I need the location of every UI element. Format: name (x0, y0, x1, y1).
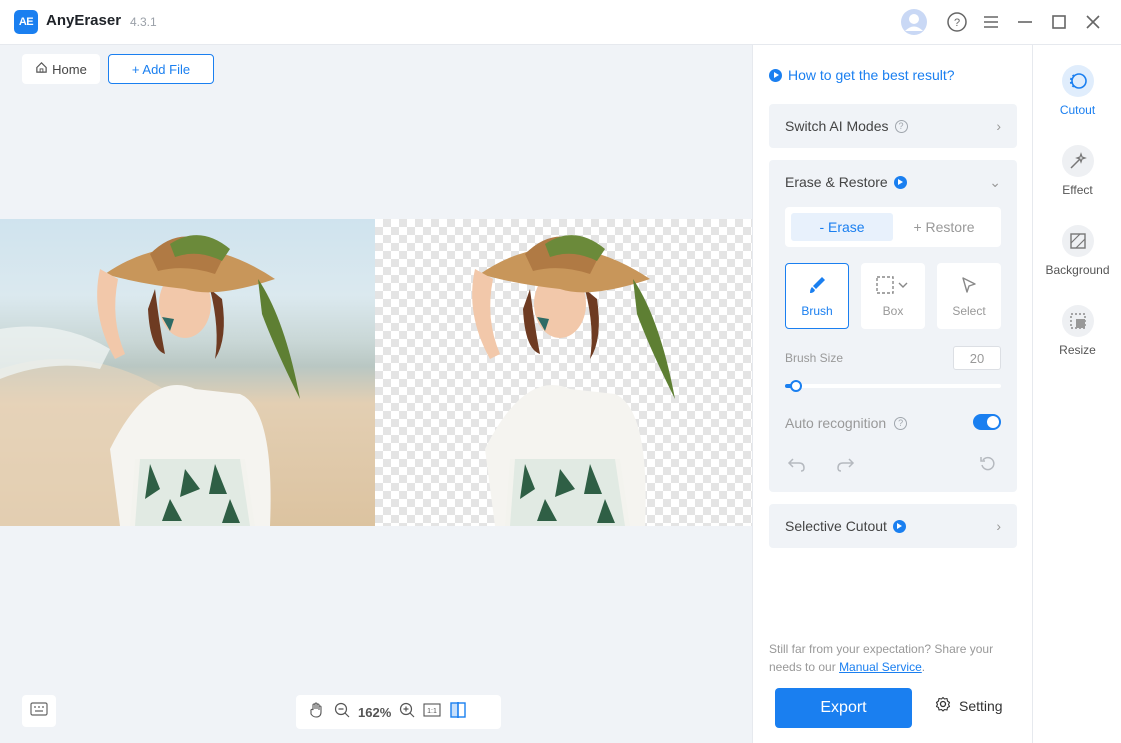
app-logo: AE (14, 10, 38, 34)
rail-label-resize: Resize (1059, 343, 1096, 357)
export-button[interactable]: Export (775, 688, 912, 728)
effect-icon (1061, 145, 1094, 177)
title-bar: AE AnyEraser 4.3.1 ? (0, 0, 1121, 45)
auto-recognition-row: Auto recognition ? (785, 415, 908, 431)
help-link-label: How to get the best result? (788, 67, 955, 83)
auto-recognition-toggle[interactable] (973, 414, 1001, 430)
keyboard-icon (30, 701, 48, 721)
close-icon[interactable] (1079, 8, 1107, 36)
person-cutout (472, 235, 675, 526)
erase-restore-toggle: - Erase + Restore (785, 207, 1001, 247)
edit-panel: How to get the best result? Switch AI Mo… (752, 45, 1032, 743)
selective-cutout-card[interactable]: Selective Cutout › (769, 504, 1017, 548)
brush-size-slider[interactable] (785, 380, 1001, 392)
auto-recognition-label: Auto recognition (785, 415, 887, 431)
gear-icon (935, 696, 951, 715)
maximize-icon[interactable] (1045, 8, 1073, 36)
brush-size-input[interactable]: 20 (953, 346, 1001, 370)
select-label: Select (952, 303, 986, 318)
app-version: 4.3.1 (130, 15, 157, 29)
box-label: Box (882, 303, 904, 318)
chevron-right-icon: › (996, 518, 1001, 534)
restore-tab[interactable]: + Restore (893, 213, 995, 241)
zoom-in-icon[interactable] (399, 702, 415, 723)
brush-size-label: Brush Size (785, 351, 844, 365)
brush-size-slider-handle[interactable] (789, 380, 802, 392)
play-icon (769, 68, 782, 82)
question-icon[interactable]: ? (894, 119, 908, 133)
brush-tool[interactable]: Brush (785, 263, 849, 329)
rail-item-effect[interactable]: Effect (1033, 145, 1121, 197)
erase-restore-card: Erase & Restore ⌄ - Erase + Restore Brus… (769, 160, 1017, 492)
play-tutorial-icon[interactable] (892, 519, 906, 533)
select-tool[interactable]: Select (937, 263, 1001, 329)
actual-size-icon[interactable]: 1:1 (423, 702, 441, 723)
resize-icon (1061, 305, 1094, 337)
zoom-toolbar: 162% 1:1 (296, 695, 501, 729)
home-button[interactable]: Home (22, 54, 100, 84)
rail-label-background: Background (1045, 263, 1110, 277)
erase-tab[interactable]: - Erase (791, 213, 893, 241)
home-icon (35, 61, 48, 77)
setting-button[interactable]: Setting (935, 696, 1003, 715)
brush-icon (807, 275, 827, 298)
home-label: Home (52, 61, 87, 77)
cutout-icon (1061, 65, 1094, 97)
chevron-right-icon: › (996, 118, 1001, 134)
zoom-out-icon[interactable] (334, 702, 350, 723)
cutout-result-image (375, 219, 752, 526)
chevron-down-icon[interactable]: ⌄ (989, 174, 1001, 191)
keyboard-shortcuts-button[interactable] (22, 695, 56, 727)
rail-label-cutout: Cutout (1059, 103, 1096, 117)
undo-icon[interactable] (785, 452, 809, 476)
rail-item-cutout[interactable]: Cutout (1033, 65, 1121, 117)
account-avatar-icon[interactable] (900, 8, 928, 36)
switch-ai-modes-label: Switch AI Modes (785, 118, 889, 134)
zoom-level: 162% (358, 704, 392, 720)
setting-label: Setting (959, 697, 1003, 714)
manual-service-note: Still far from your expectation? Share y… (769, 640, 1009, 676)
svg-text:?: ? (954, 17, 960, 29)
manual-service-link[interactable]: Manual Service (839, 660, 922, 674)
help-icon[interactable]: ? (943, 8, 971, 36)
play-tutorial-icon[interactable] (893, 175, 907, 189)
svg-text:1:1: 1:1 (427, 708, 437, 715)
rail-label-effect: Effect (1062, 183, 1093, 197)
note-end: . (921, 660, 926, 674)
selective-cutout-label: Selective Cutout (785, 518, 887, 534)
workspace: Home + Add File 162% 1:1 (0, 45, 752, 743)
box-select-icon (875, 275, 911, 298)
switch-ai-modes-card[interactable]: Switch AI Modes ? › (769, 104, 1017, 148)
original-image (0, 219, 375, 526)
reset-icon[interactable] (976, 452, 1000, 476)
best-result-help-link[interactable]: How to get the best result? (769, 67, 955, 83)
menu-icon[interactable] (977, 8, 1005, 36)
rail-item-background[interactable]: Background (1033, 225, 1121, 277)
background-icon (1061, 225, 1094, 257)
app-name: AnyEraser (46, 12, 122, 29)
rail-item-resize[interactable]: Resize (1033, 305, 1121, 357)
minimize-icon[interactable] (1011, 8, 1039, 36)
erase-restore-title: Erase & Restore (785, 174, 888, 190)
cursor-icon (959, 275, 979, 298)
hand-pan-icon[interactable] (308, 701, 326, 724)
brush-label: Brush (801, 303, 833, 318)
box-tool[interactable]: Box (861, 263, 925, 329)
question-icon[interactable]: ? (894, 416, 908, 430)
compare-view-icon[interactable] (449, 701, 467, 724)
feature-rail: Cutout Effect Background Resize (1032, 45, 1121, 743)
add-file-button[interactable]: + Add File (108, 54, 214, 84)
redo-icon[interactable] (833, 452, 857, 476)
